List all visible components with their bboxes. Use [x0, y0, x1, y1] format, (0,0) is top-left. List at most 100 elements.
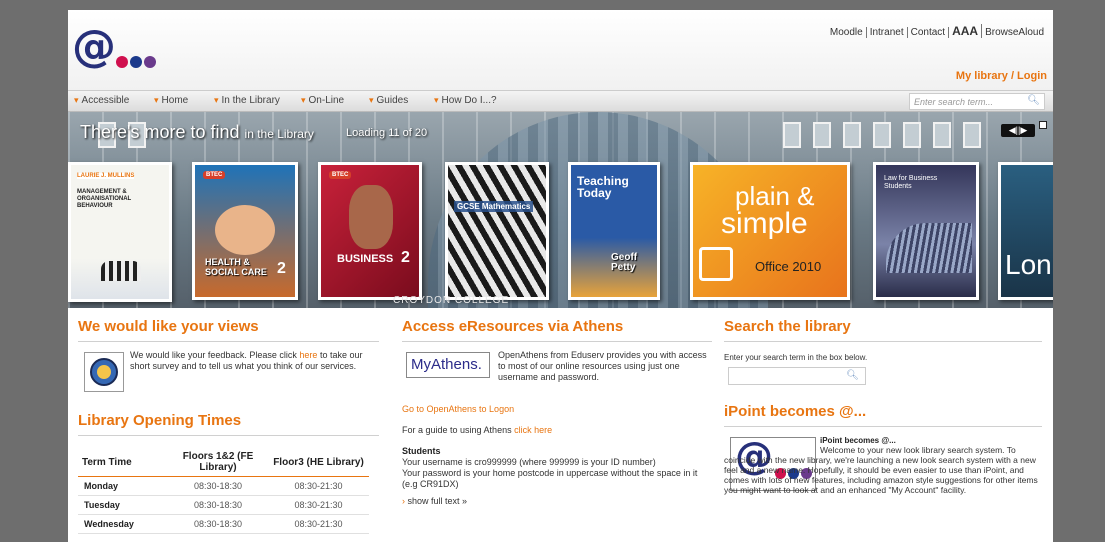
- book-cover[interactable]: plain & simple Office 2010: [690, 162, 850, 300]
- top-link-moodle[interactable]: Moodle: [826, 27, 867, 38]
- survey-link[interactable]: here: [299, 350, 317, 360]
- students-line2: Your password is your home postcode in u…: [402, 468, 698, 489]
- athens-heading: Access eResources via Athens: [402, 318, 712, 342]
- book-cover[interactable]: Lon: [998, 162, 1053, 300]
- top-link-contact[interactable]: Contact: [907, 27, 950, 38]
- book-title: Lon: [1005, 249, 1052, 280]
- right-column: Search the library Enter your search ter…: [724, 308, 1042, 542]
- header-search-input[interactable]: Enter search term... 🔍︎: [909, 93, 1045, 110]
- window-decor: [783, 122, 801, 148]
- logo-dot-red: [116, 56, 128, 68]
- show-full-text-link[interactable]: › show full text »: [402, 496, 712, 507]
- left-column: We would like your views We would like y…: [78, 308, 379, 534]
- book-subtitle: simple: [721, 207, 808, 240]
- athens-logon-link[interactable]: Go to OpenAthens to Logon: [402, 404, 712, 415]
- nav-item-guides[interactable]: ▾ Guides: [369, 95, 408, 106]
- athens-intro-section: MyAthens. OpenAthens from Eduserv provid…: [402, 350, 712, 404]
- site-logo[interactable]: @: [72, 22, 162, 76]
- book-title: HEALTH & SOCIAL CARE: [205, 257, 267, 277]
- table-cell: 08:30-21:30: [268, 514, 369, 534]
- nav-item-accessible[interactable]: ▾ Accessible: [74, 95, 129, 106]
- chevron-down-icon: ▾: [154, 95, 159, 105]
- arrow-right-icon: ›: [402, 496, 405, 506]
- page: @ Moodle Intranet Contact AAA BrowseAloud My…: [68, 10, 1053, 542]
- book-carousel: There's more to find in the Library Load…: [68, 112, 1053, 308]
- book-title: Law for Business Students: [884, 175, 938, 190]
- window-decor: [813, 122, 831, 148]
- book-cover[interactable]: BTEC HEALTH & SOCIAL CARE 2: [192, 162, 298, 300]
- people-photo: [215, 205, 275, 255]
- search-placeholder: Enter search term...: [914, 97, 994, 107]
- search-library-heading: Search the library: [724, 318, 1042, 342]
- table-row: Monday 08:30-18:30 08:30-21:30: [78, 476, 369, 496]
- hours-heading: Library Opening Times: [78, 412, 379, 436]
- top-link-intranet[interactable]: Intranet: [866, 27, 908, 38]
- column-header: Floor3 (HE Library): [268, 448, 369, 477]
- carousel-title-suffix: in the Library: [244, 127, 314, 141]
- nav-item-in-the-library[interactable]: ▾ In the Library: [214, 95, 280, 106]
- main-nav: ▾ Accessible ▾ Home ▾ In the Library ▾ On-Li…: [68, 90, 1053, 112]
- top-links: Moodle Intranet Contact AAA BrowseAloud: [826, 24, 1047, 38]
- book-author: LAURIE J. MULLINS: [77, 173, 135, 179]
- carousel-status: Loading 11 of 20: [346, 127, 428, 139]
- table-cell: 08:30-21:30: [268, 476, 369, 496]
- athens-guide-text: For a guide to using Athens click here: [402, 425, 712, 436]
- opening-times-table: Term Time Floors 1&2 (FE Library) Floor3…: [78, 448, 369, 534]
- book-title: BUSINESS: [337, 253, 394, 265]
- middle-column: Access eResources via Athens MyAthens. O…: [402, 308, 712, 507]
- table-cell: Monday: [78, 476, 168, 496]
- book-cover[interactable]: Teaching Today Geoff Petty: [568, 162, 660, 300]
- book-title: GCSE Mathematics: [454, 201, 534, 212]
- search-icon[interactable]: 🔍︎: [1027, 95, 1040, 106]
- nav-label: Accessible: [81, 95, 130, 106]
- table-cell: 08:30-21:30: [268, 495, 369, 515]
- book-number: 2: [277, 260, 286, 277]
- book-badge: BTEC: [329, 171, 352, 179]
- chevron-down-icon: ▾: [301, 95, 306, 105]
- book-cover[interactable]: BTEC BUSINESS 2: [318, 162, 422, 300]
- table-row: Wednesday 08:30-18:30 08:30-21:30: [78, 514, 369, 534]
- views-text-pre: We would like your feedback. Please clic…: [130, 350, 300, 360]
- athens-intro-text: OpenAthens from Eduserv provides you wit…: [498, 350, 707, 382]
- chevron-down-icon: ▾: [74, 95, 79, 105]
- library-search-input[interactable]: 🔍︎: [728, 367, 866, 385]
- feedback-icon: [84, 352, 124, 392]
- book-cover[interactable]: GCSE Mathematics: [445, 162, 549, 300]
- window-decor: [933, 122, 951, 148]
- window-decor: [903, 122, 921, 148]
- book-cover[interactable]: LAURIE J. MULLINS MANAGEMENT & ORGANISAT…: [68, 162, 172, 302]
- athens-guide-link[interactable]: click here: [514, 425, 552, 435]
- athens-guide-pre: For a guide to using Athens: [402, 425, 515, 435]
- site-header: @ Moodle Intranet Contact AAA BrowseAloud My…: [68, 10, 1053, 90]
- search-icon[interactable]: 🔍︎: [846, 370, 859, 381]
- top-link-browsealoud[interactable]: BrowseAloud: [982, 27, 1047, 38]
- chevron-down-icon: ▾: [369, 95, 374, 105]
- nav-item-how-do-i[interactable]: ▾ How Do I...?: [434, 95, 497, 106]
- myathens-logo: MyAthens.: [406, 352, 490, 378]
- table-cell: Wednesday: [78, 514, 168, 534]
- office-icon: [699, 247, 733, 281]
- nav-label: In the Library: [221, 95, 280, 106]
- nav-item-online[interactable]: ▾ On-Line: [301, 95, 344, 106]
- book-badge: BTEC: [203, 171, 226, 179]
- students-line1: Your username is cro999999 (where 999999…: [402, 457, 656, 467]
- nav-item-home[interactable]: ▾ Home: [154, 95, 188, 106]
- views-heading: We would like your views: [78, 318, 379, 342]
- table-row: Tuesday 08:30-18:30 08:30-21:30: [78, 495, 369, 515]
- table-cell: 08:30-18:30: [168, 476, 268, 496]
- my-library-login-link[interactable]: My library / Login: [956, 70, 1047, 82]
- text-size-button[interactable]: AAA: [949, 24, 983, 38]
- carousel-play-pause-button[interactable]: ◀||▶: [1001, 124, 1035, 137]
- book-cover[interactable]: Law for Business Students: [873, 162, 979, 300]
- nav-label: Guides: [376, 95, 409, 106]
- book-author: Geoff Petty: [611, 252, 638, 273]
- carousel-expand-button[interactable]: [1039, 121, 1047, 129]
- show-full-label: show full text »: [407, 496, 468, 506]
- column-header: Term Time: [78, 448, 168, 477]
- column-header: Floors 1&2 (FE Library): [168, 448, 268, 477]
- window-decor: [963, 122, 981, 148]
- chevron-down-icon: ▾: [214, 95, 219, 105]
- logo-at-sign: @: [72, 21, 116, 72]
- penguins-illustration: [101, 261, 141, 281]
- building-photo: [886, 223, 972, 273]
